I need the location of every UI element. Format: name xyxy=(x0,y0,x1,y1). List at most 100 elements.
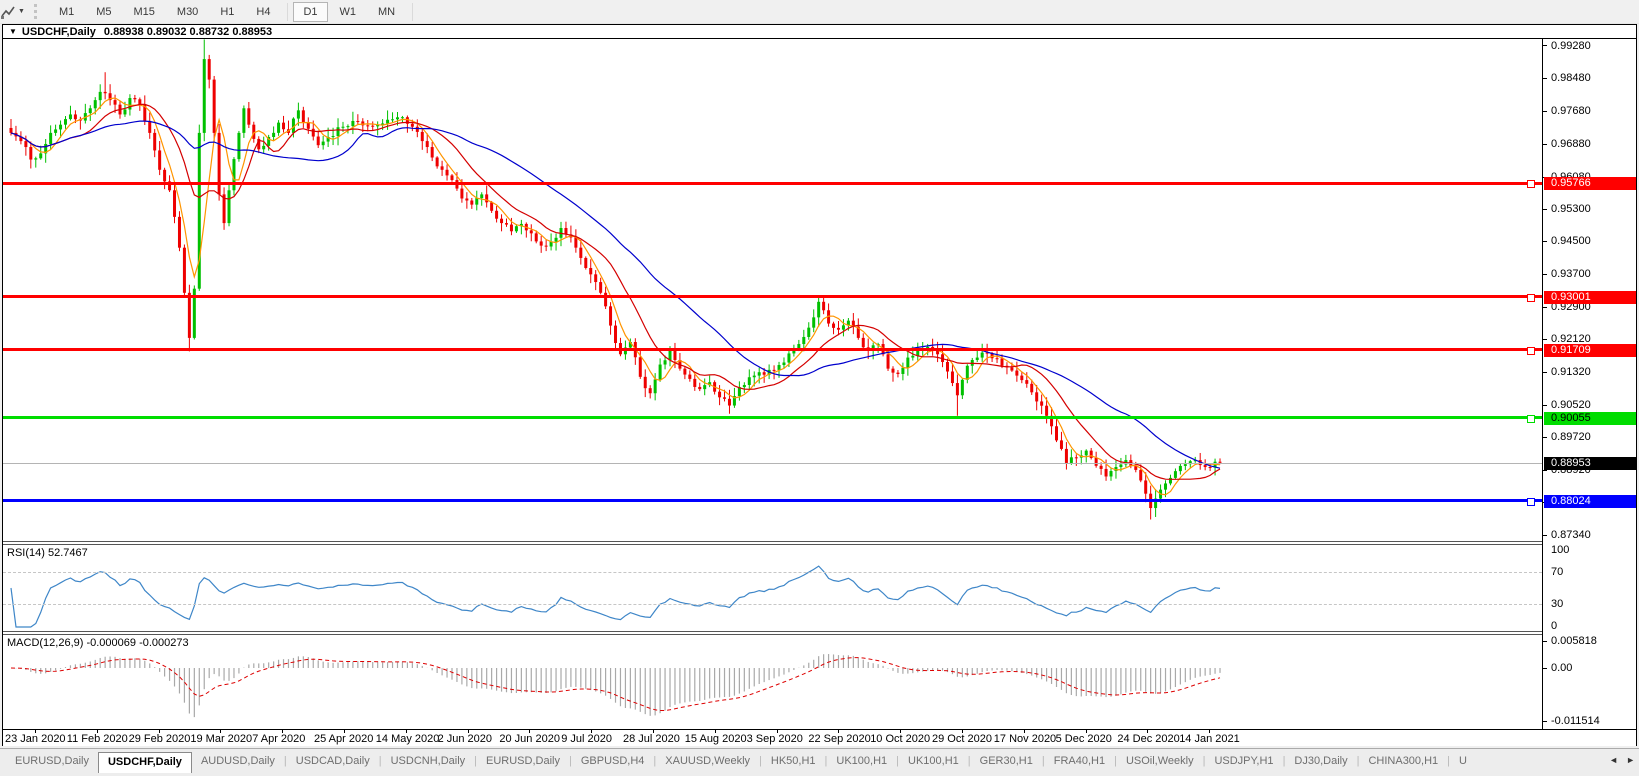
timeframe-buttons: M1 M5 M15 M30 H1 H4 D1 W1 MN xyxy=(49,1,418,22)
price-tick-mark xyxy=(1543,111,1547,112)
hline-handle[interactable] xyxy=(1527,293,1535,302)
toolbar-separator xyxy=(287,2,289,21)
date-label: 11 Feb 2020 xyxy=(66,733,128,745)
rsi-line xyxy=(10,565,1221,628)
price-badge-0.93001: 0.93001 xyxy=(1544,290,1636,304)
tab-usdchf-daily[interactable]: USDCHF,Daily xyxy=(97,752,192,773)
timeframe-mn[interactable]: MN xyxy=(368,2,405,22)
date-label: 23 Jan 2020 xyxy=(5,733,66,745)
chart-tool-icon xyxy=(1,6,15,19)
price-tick-label: 0.97680 xyxy=(1551,105,1591,117)
price-pane[interactable] xyxy=(3,39,1542,541)
horizontal-line-0.90055[interactable] xyxy=(3,416,1542,420)
tab-usdjpy-h1[interactable]: USDJPY,H1 xyxy=(1205,752,1282,771)
horizontal-line-0.93001[interactable] xyxy=(3,295,1542,299)
timeframe-m30[interactable]: M30 xyxy=(167,2,208,22)
hline-handle[interactable] xyxy=(1527,497,1535,506)
tab-dj30-daily[interactable]: DJ30,Daily xyxy=(1285,752,1356,771)
tab-china300-h1[interactable]: CHINA300,H1 xyxy=(1359,752,1447,771)
price-tick-mark xyxy=(1543,404,1547,406)
hline-handle[interactable] xyxy=(1527,180,1535,189)
price-tick-mark xyxy=(1543,78,1547,80)
timeframe-h1[interactable]: H1 xyxy=(210,2,244,22)
horizontal-line-0.88024[interactable] xyxy=(3,499,1542,503)
tabs-scroll-right-button[interactable]: ► xyxy=(1626,755,1635,765)
macd-tick-mark xyxy=(1543,668,1547,669)
tab-eurusd-daily[interactable]: EURUSD,Daily xyxy=(477,752,569,771)
date-tick-mark xyxy=(838,730,840,733)
date-tick-mark xyxy=(158,730,160,733)
chart-title-bar: ▼ USDCHF,Daily 0.88938 0.89032 0.88732 0… xyxy=(3,25,1636,39)
price-tick-label: 0.94500 xyxy=(1551,235,1591,248)
date-tick-mark xyxy=(900,730,902,733)
timeframe-d1[interactable]: D1 xyxy=(293,1,328,22)
price-badge-0.91709: 0.91709 xyxy=(1544,343,1636,357)
price-tick-label: 0.87340 xyxy=(1551,528,1591,541)
macd-tick-mark xyxy=(1543,641,1547,643)
price-tick-label: 0.91320 xyxy=(1551,365,1591,378)
price-tick-label: 0.96880 xyxy=(1551,137,1591,150)
tab-eurusd-daily[interactable]: EURUSD,Daily xyxy=(6,752,98,771)
date-label: 10 Oct 2020 xyxy=(870,733,931,745)
macd-pane[interactable]: MACD(12,26,9) -0.000069 -0.000273 xyxy=(3,635,1542,729)
date-label: 17 Nov 2020 xyxy=(993,733,1057,745)
date-tick-mark xyxy=(220,730,222,733)
date-tick-mark xyxy=(1209,730,1211,733)
date-tick-mark xyxy=(529,730,531,733)
date-label: 9 Jul 2020 xyxy=(561,733,612,745)
top-toolbar: ▼ M1 M5 M15 M30 H1 H4 D1 W1 MN xyxy=(0,0,1639,24)
date-tick-mark xyxy=(1085,730,1087,733)
tab-usoil-weekly[interactable]: USOil,Weekly xyxy=(1117,752,1203,771)
date-tick-mark xyxy=(282,730,284,733)
horizontal-line-0.95766[interactable] xyxy=(3,181,1542,185)
toolbar-separator xyxy=(412,2,414,21)
timeframe-m15[interactable]: M15 xyxy=(124,2,165,22)
rsi-pane[interactable]: RSI(14) 52.7467 xyxy=(3,545,1542,631)
macd-scale-label: -0.011514 xyxy=(1551,714,1600,727)
price-tick-mark xyxy=(1543,534,1547,536)
date-label: 5 Dec 2020 xyxy=(1055,733,1112,745)
date-label: 24 Dec 2020 xyxy=(1117,733,1180,745)
hline-handle[interactable] xyxy=(1527,346,1535,355)
tab-uk100-h1[interactable]: UK100,H1 xyxy=(899,752,968,771)
date-label: 14 Jan 2021 xyxy=(1179,733,1240,745)
date-label: 29 Feb 2020 xyxy=(128,733,191,745)
timeframe-w1[interactable]: W1 xyxy=(330,2,367,22)
rsi-scale-label: 30 xyxy=(1551,597,1564,610)
tab-usdcnh-daily[interactable]: USDCNH,Daily xyxy=(382,752,475,771)
tab-audusd-daily[interactable]: AUDUSD,Daily xyxy=(192,752,284,771)
tab-hk50-h1[interactable]: HK50,H1 xyxy=(762,752,825,771)
horizontal-line-0.91709[interactable] xyxy=(3,348,1542,352)
date-tick-mark xyxy=(467,730,469,733)
tab-uk100-h1[interactable]: UK100,H1 xyxy=(827,752,896,771)
timeframe-m1[interactable]: M1 xyxy=(49,2,84,22)
timeframe-m5[interactable]: M5 xyxy=(86,2,121,22)
toolbar-grip[interactable] xyxy=(33,4,41,19)
date-label: 3 Sep 2020 xyxy=(746,733,803,745)
chart-window: ▼ USDCHF,Daily 0.88938 0.89032 0.88732 0… xyxy=(2,24,1637,746)
date-tick-mark xyxy=(96,730,98,733)
price-tick-label: 0.93700 xyxy=(1551,268,1591,281)
price-axis[interactable]: 0.992800.984800.976800.968800.960800.953… xyxy=(1543,39,1636,729)
date-tick-mark xyxy=(1023,730,1025,733)
price-tick-label: 0.95300 xyxy=(1551,202,1591,215)
tab-u[interactable]: U xyxy=(1450,752,1476,771)
date-label: 19 Mar 2020 xyxy=(190,733,253,745)
date-tick-mark xyxy=(714,730,716,733)
date-label: 2 Jun 2020 xyxy=(437,733,493,745)
tab-usdcad-daily[interactable]: USDCAD,Daily xyxy=(287,752,379,771)
tab-xauusd-weekly[interactable]: XAUUSD,Weekly xyxy=(656,752,759,771)
tabs-scroll-left-button[interactable]: ◄ xyxy=(1609,755,1618,765)
date-label: 29 Oct 2020 xyxy=(932,733,992,745)
price-tick-label: 0.90520 xyxy=(1551,398,1591,411)
hline-handle[interactable] xyxy=(1527,414,1535,423)
chart-tool-button[interactable]: ▼ xyxy=(0,2,28,22)
tab-gbpusd-h4[interactable]: GBPUSD,H4 xyxy=(572,752,654,771)
timeframe-h4[interactable]: H4 xyxy=(246,2,280,22)
tab-fra40-h1[interactable]: FRA40,H1 xyxy=(1045,752,1114,771)
chevron-down-icon: ▼ xyxy=(18,8,25,15)
bid-price-badge: 0.88953 xyxy=(1544,456,1636,470)
tab-ger30-h1[interactable]: GER30,H1 xyxy=(971,752,1042,771)
chart-menu-icon[interactable]: ▼ xyxy=(9,27,17,36)
time-axis[interactable]: 23 Jan 2020 11 Feb 2020 29 Feb 2020 19 Mar … xyxy=(3,729,1636,746)
